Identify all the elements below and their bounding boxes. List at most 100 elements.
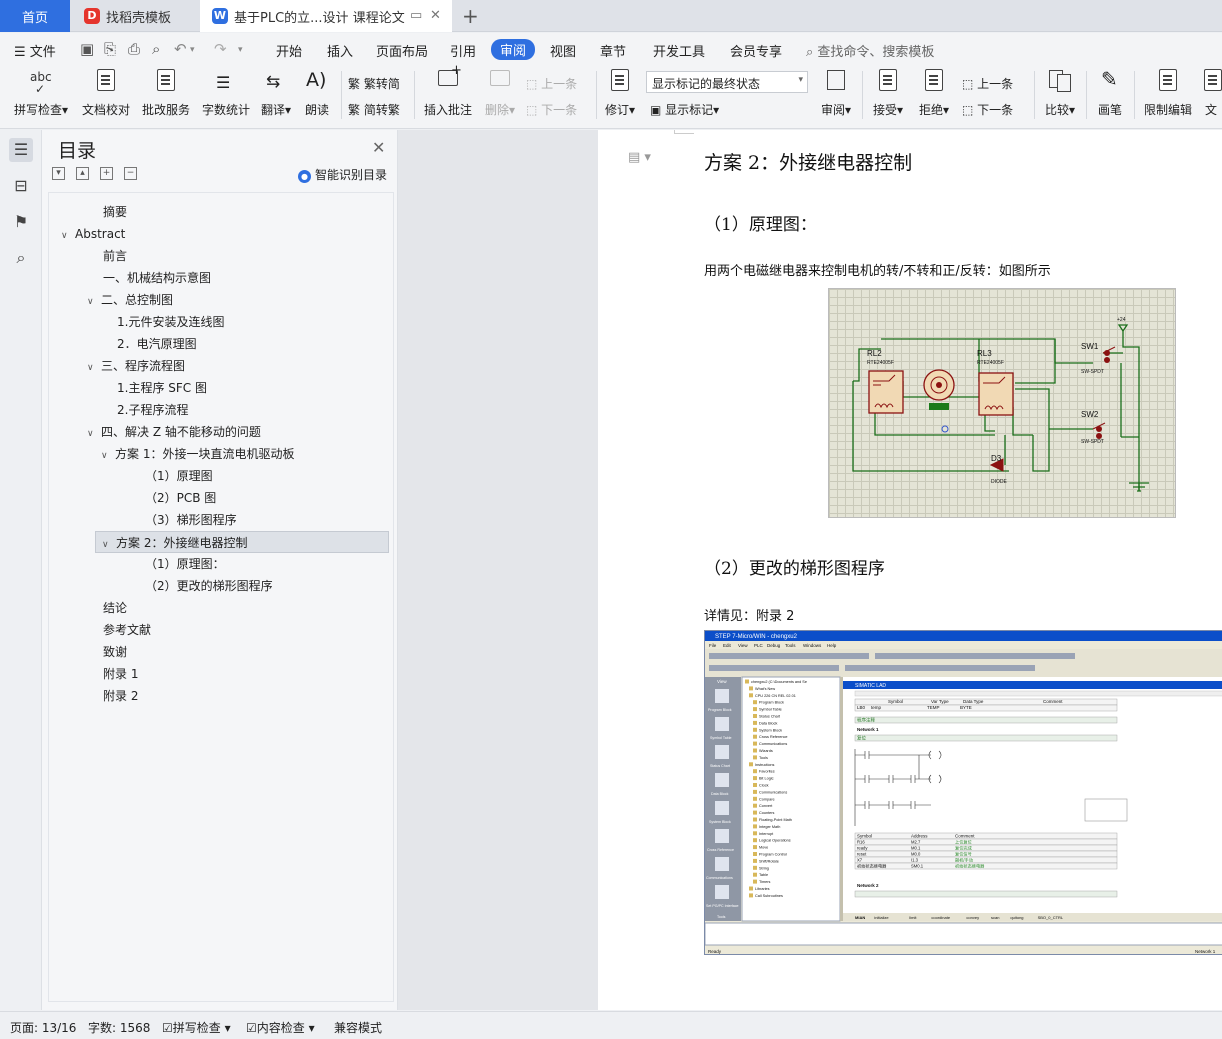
to-traditional-button[interactable]: 繁 简转繁 <box>348 101 400 118</box>
step7-tab[interactable]: quitong <box>1010 915 1023 920</box>
word-count[interactable]: 字数: 1568 <box>88 1019 150 1036</box>
toc-item[interactable]: ∨ 方案 2：外接继电器控制 <box>95 531 389 553</box>
spell-check-button[interactable]: abc ✓ 拼写检查▾ <box>10 67 72 118</box>
save-icon[interactable]: ▣ <box>80 40 94 58</box>
remove-heading-icon[interactable]: − <box>124 167 137 180</box>
step7-tab[interactable]: initialize <box>874 915 889 920</box>
toc-item[interactable]: 摘要 <box>103 201 127 223</box>
status-spell-check[interactable]: ☑拼写检查 ▾ <box>162 1019 231 1036</box>
toc-item[interactable]: 1.元件安装及连线图 <box>117 311 224 333</box>
close-icon[interactable]: ✕ <box>372 138 385 157</box>
toc-item[interactable]: ∨ Abstract <box>61 223 125 245</box>
menu-review[interactable]: 审阅 <box>491 39 536 60</box>
delete-comment-button[interactable]: 删除▾ <box>480 67 520 118</box>
pen-button[interactable]: ✎ 画笔 <box>1092 67 1128 118</box>
batch-service-button[interactable]: 批改服务 <box>138 67 194 118</box>
menu-view[interactable]: 视图 <box>550 41 576 60</box>
toc-item[interactable]: 附录 2 <box>103 685 138 707</box>
tab-home[interactable]: 首页 <box>0 0 70 32</box>
next-comment-button[interactable]: ⬚ 下一条 <box>526 101 577 118</box>
insert-comment-button[interactable]: + 插入批注 <box>420 63 476 118</box>
menu-section[interactable]: 章节 <box>600 41 626 60</box>
toc-item[interactable]: ∨ 方案 1：外接一块直流电机驱动板 <box>101 443 294 465</box>
tab-template[interactable]: D 找稻壳模板 <box>72 0 200 32</box>
menu-developer[interactable]: 开发工具 <box>653 41 705 60</box>
toc-item[interactable]: ∨ 三、程序流程图 <box>87 355 185 377</box>
find-icon[interactable]: ⌕ <box>9 246 33 270</box>
new-tab-button[interactable]: + <box>462 4 479 28</box>
step7-tab[interactable]: scan <box>991 915 999 920</box>
smart-toc-button[interactable]: ● 智能识别目录 <box>298 166 387 183</box>
reject-button[interactable]: 拒绝▾ <box>914 67 954 118</box>
export-pdf-icon[interactable]: ⎘ <box>104 40 116 58</box>
collapse-all-icon[interactable]: ▴ <box>76 167 89 180</box>
toc-item[interactable]: 附录 1 <box>103 663 138 685</box>
chevron-down-icon[interactable]: ∨ <box>87 423 101 445</box>
tab-close-icon[interactable]: ✕ <box>430 8 441 23</box>
chevron-down-icon[interactable]: ∨ <box>61 225 75 247</box>
document-rights-button[interactable]: 文 <box>1200 67 1222 118</box>
read-aloud-button[interactable]: A) 朗读 <box>300 67 334 118</box>
menu-insert[interactable]: 插入 <box>327 41 353 60</box>
menu-start[interactable]: 开始 <box>276 41 302 60</box>
print-icon[interactable]: ⎙ <box>128 40 140 58</box>
proofread-button[interactable]: 文档校对 <box>78 67 134 118</box>
toc-item[interactable]: 致谢 <box>103 641 127 663</box>
undo-dropdown-icon[interactable]: ▾ <box>190 45 195 55</box>
prev-comment-button[interactable]: ⬚ 上一条 <box>526 75 577 92</box>
translate-button[interactable]: ⇆ 翻译▾ <box>256 67 296 118</box>
toc-item[interactable]: ∨ 四、解决 Z 轴不能移动的问题 <box>87 421 261 443</box>
toc-item[interactable]: 参考文献 <box>103 619 151 641</box>
toc-panel-icon[interactable]: ☰ <box>9 138 33 162</box>
print-preview-icon[interactable]: ⌕ <box>152 40 160 58</box>
toc-item[interactable]: 2.子程序流程 <box>117 399 188 421</box>
status-content-check[interactable]: ☑内容检查 ▾ <box>246 1019 315 1036</box>
toc-item[interactable]: 结论 <box>103 597 127 619</box>
add-heading-icon[interactable]: + <box>100 167 113 180</box>
toc-item[interactable]: （1）原理图 <box>145 465 213 487</box>
toc-item[interactable]: 2．电汽原理图 <box>117 333 197 355</box>
tab-restore-icon[interactable]: ▭ <box>410 8 422 23</box>
chevron-down-icon[interactable]: ∨ <box>87 357 101 379</box>
word-count-button[interactable]: ☰ 字数统计 <box>198 67 254 118</box>
track-changes-button[interactable]: 修订▾ <box>600 67 640 118</box>
step7-tab[interactable]: convey <box>966 915 979 920</box>
toc-item[interactable]: （3）梯形图程序 <box>145 509 237 531</box>
toc-item[interactable]: （1）原理图： <box>145 553 225 575</box>
step7-tab[interactable]: limit <box>909 915 917 920</box>
page-count[interactable]: 页面: 13/16 <box>10 1019 76 1036</box>
to-simplified-button[interactable]: 繁 繁转简 <box>348 75 400 92</box>
menu-references[interactable]: 引用 <box>450 41 476 60</box>
next-change-button[interactable]: ⬚ 下一条 <box>962 101 1013 118</box>
toc-item[interactable]: ∨ 二、总控制图 <box>87 289 173 311</box>
compare-button[interactable]: 比较▾ <box>1040 67 1080 118</box>
toc-item[interactable]: 前言 <box>103 245 127 267</box>
prev-change-button[interactable]: ⬚ 上一条 <box>962 75 1013 92</box>
accept-button[interactable]: 接受▾ <box>868 67 908 118</box>
toc-item[interactable]: （2）PCB 图 <box>145 487 216 509</box>
redo-icon[interactable]: ↷ <box>214 40 227 58</box>
outline-icon[interactable]: ⊟ <box>9 174 33 198</box>
toc-item[interactable]: （2）更改的梯形图程序 <box>145 575 273 597</box>
paragraph-handle-icon[interactable]: ▤ ▾ <box>628 150 651 165</box>
markup-state-select[interactable]: 显示标记的最终状态 ▾ <box>646 71 808 93</box>
menu-layout[interactable]: 页面布局 <box>376 41 428 60</box>
menu-file[interactable]: ☰ 文件 <box>14 41 56 60</box>
command-search[interactable]: ⌕ 查找命令、搜索模板 <box>806 41 934 60</box>
show-markup-button[interactable]: ▣ 显示标记▾ <box>650 101 719 118</box>
undo-icon[interactable]: ↶ <box>174 40 187 58</box>
toc-item[interactable]: 一、机械结构示意图 <box>103 267 211 289</box>
review-pane-button[interactable]: 审阅▾ <box>816 67 856 118</box>
step7-tab[interactable]: SBO_0_CTRL <box>1038 915 1064 920</box>
step7-tab[interactable]: coordinate <box>931 915 950 920</box>
chevron-down-icon[interactable]: ∨ <box>102 534 116 556</box>
toc-item[interactable]: 1.主程序 SFC 图 <box>117 377 207 399</box>
step7-tab[interactable]: MIAN <box>855 915 865 920</box>
document-page[interactable]: ▤ ▾ 方案 2：外接继电器控制 （1）原理图： 用两个电磁继电器来控制电机的转… <box>598 130 1222 1010</box>
menu-member[interactable]: 会员专享 <box>730 41 782 60</box>
quick-access-dropdown-icon[interactable]: ▾ <box>238 45 243 55</box>
chevron-down-icon[interactable]: ∨ <box>101 445 115 467</box>
expand-all-icon[interactable]: ▾ <box>52 167 65 180</box>
chevron-down-icon[interactable]: ∨ <box>87 291 101 313</box>
restrict-edit-button[interactable]: 限制编辑 <box>1140 67 1196 118</box>
